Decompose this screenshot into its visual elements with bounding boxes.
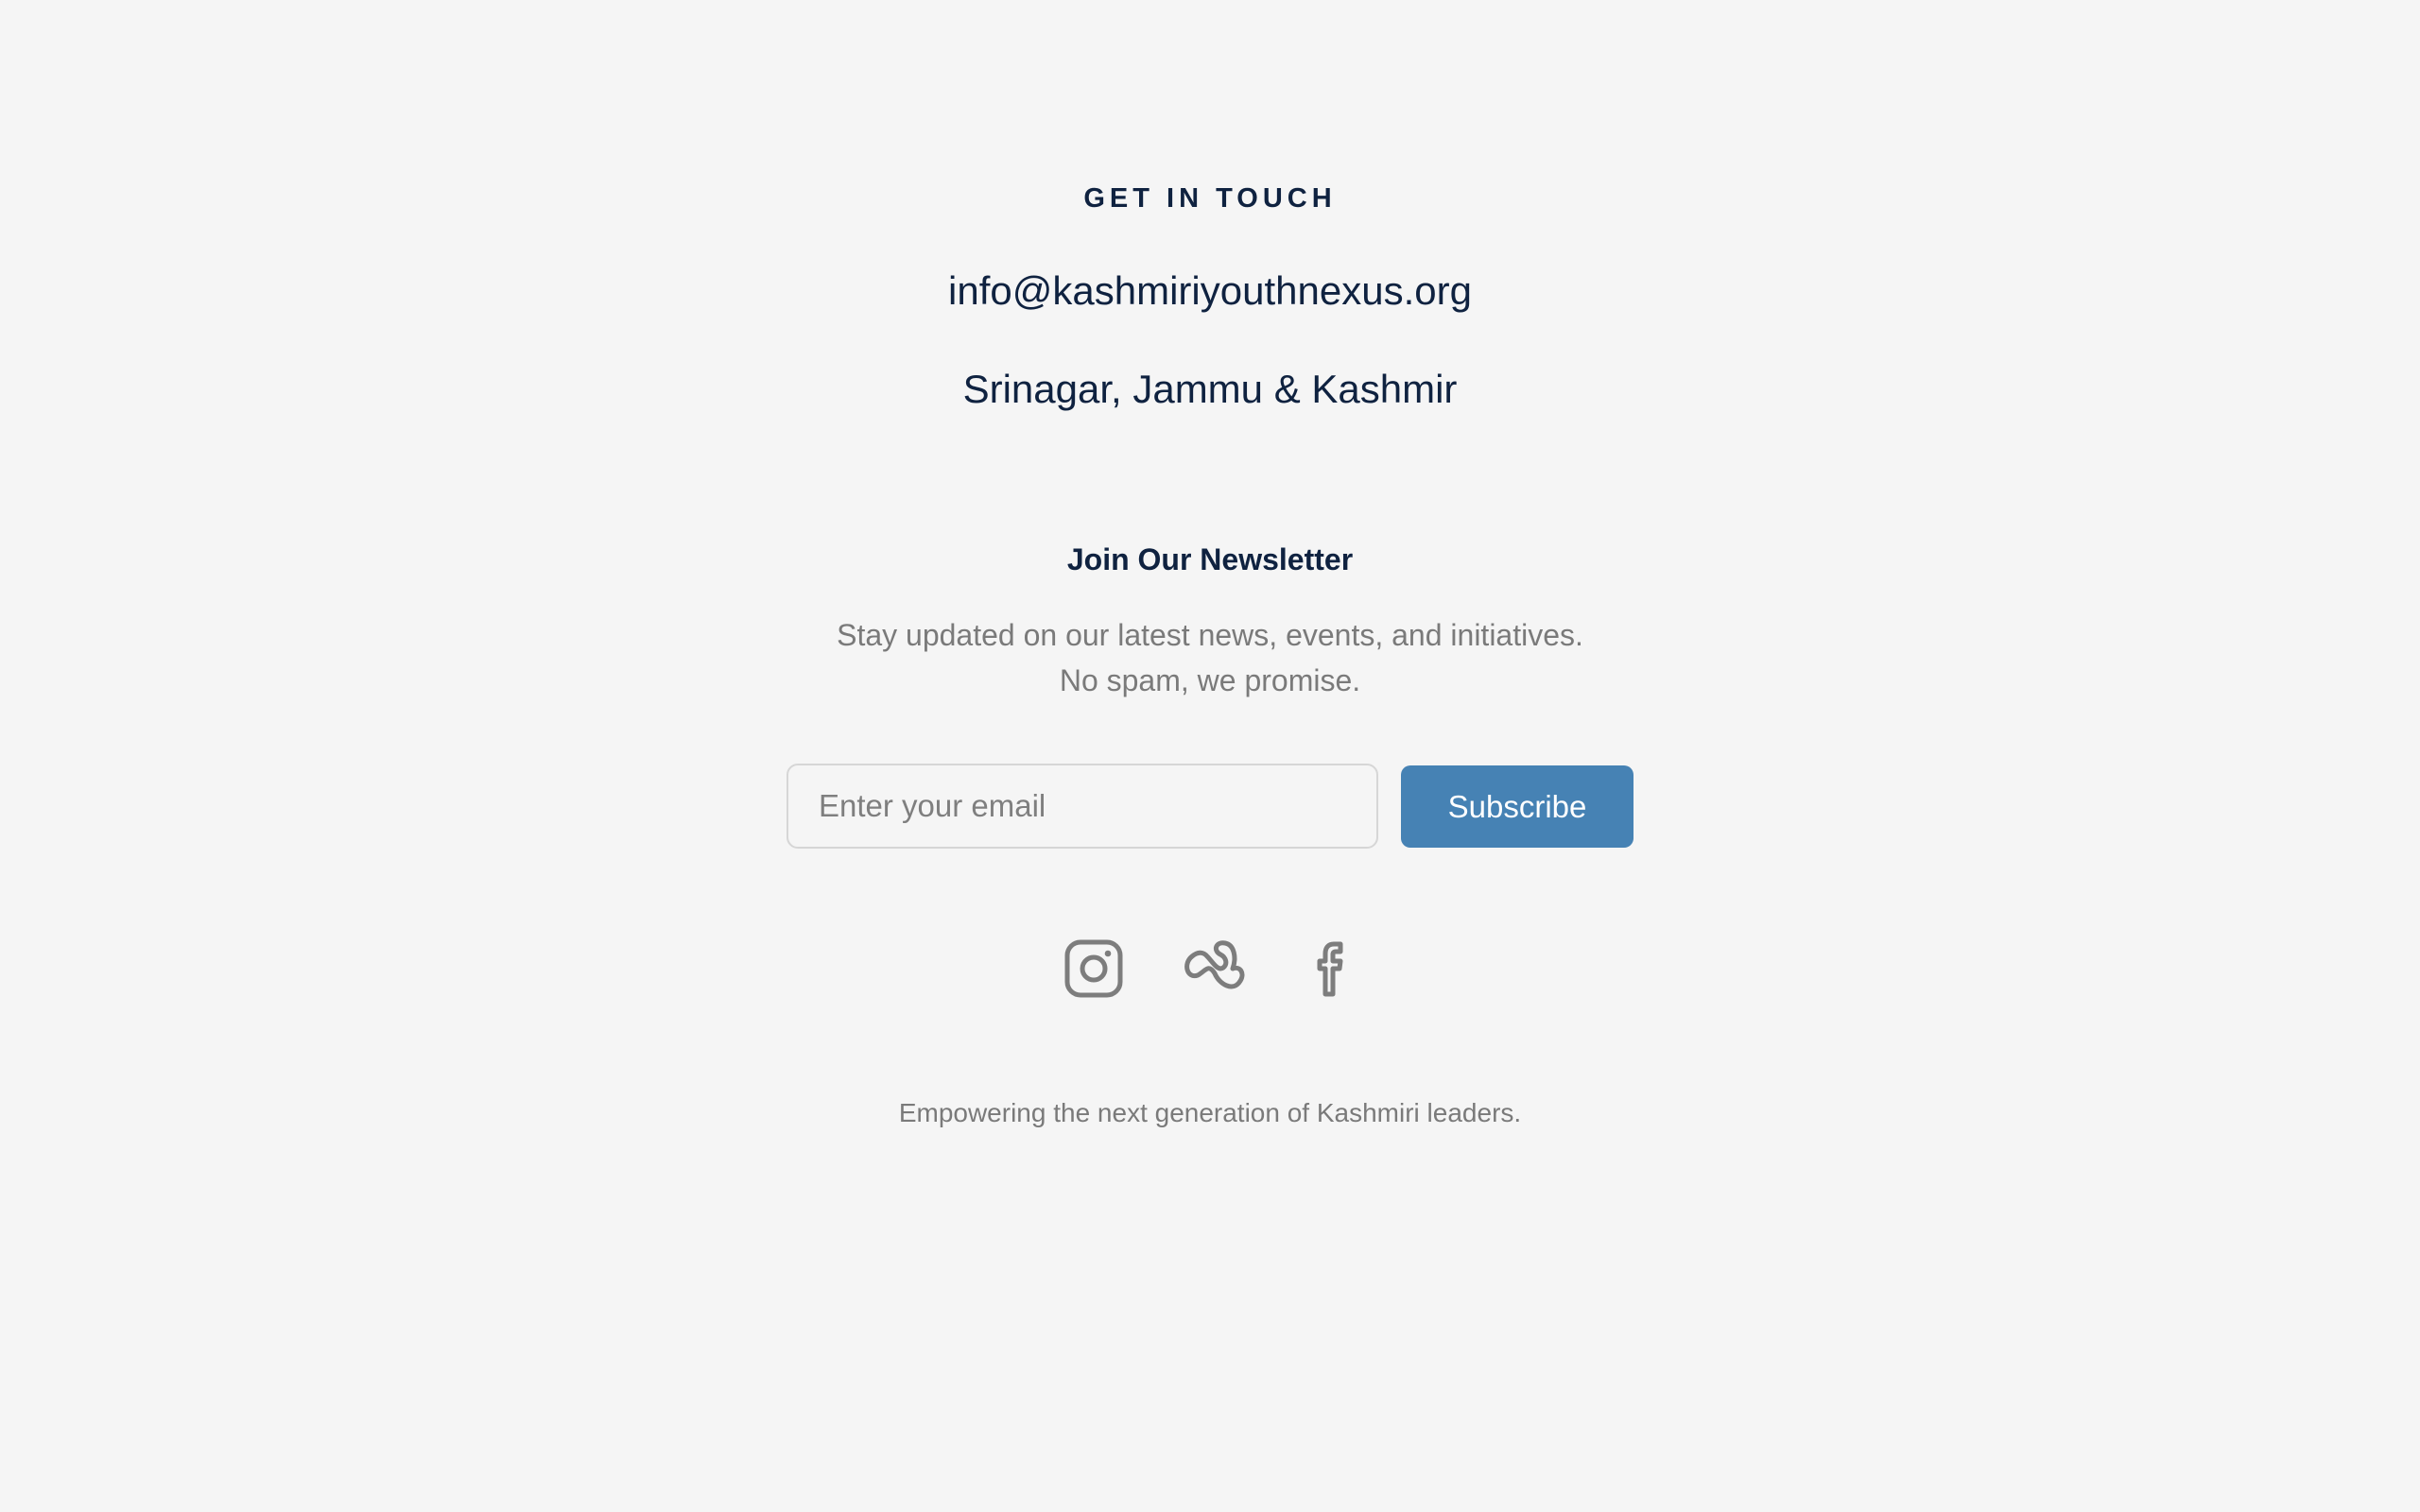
contact-email-link[interactable]: info@kashmiriyouthnexus.org	[948, 268, 1472, 313]
newsletter-title: Join Our Newsletter	[1066, 542, 1354, 576]
instagram-icon	[1064, 939, 1123, 998]
threads-icon	[1184, 940, 1245, 989]
facebook-link[interactable]	[1299, 936, 1365, 1002]
get-in-touch-heading: GET IN TOUCH	[1083, 183, 1337, 214]
social-links	[1057, 936, 1363, 1002]
subscribe-button[interactable]: Subscribe	[1401, 765, 1634, 848]
contact-email-line: info@kashmiriyouthnexus.org	[0, 266, 2420, 317]
contact-location: Srinagar, Jammu & Kashmir	[962, 367, 1458, 411]
threads-link[interactable]	[1180, 936, 1246, 1002]
newsletter-form: Subscribe	[786, 764, 1634, 850]
instagram-link[interactable]	[1061, 936, 1127, 1002]
footer-tagline: Empowering the next generation of Kashmi…	[898, 1098, 1522, 1127]
contact-footer: GET IN TOUCH info@kashmiriyouthnexus.org…	[0, 0, 2420, 1512]
facebook-icon	[1317, 941, 1343, 997]
newsletter-email-input[interactable]	[786, 764, 1378, 849]
newsletter-description: Stay updated on our latest news, events,…	[837, 618, 1583, 697]
